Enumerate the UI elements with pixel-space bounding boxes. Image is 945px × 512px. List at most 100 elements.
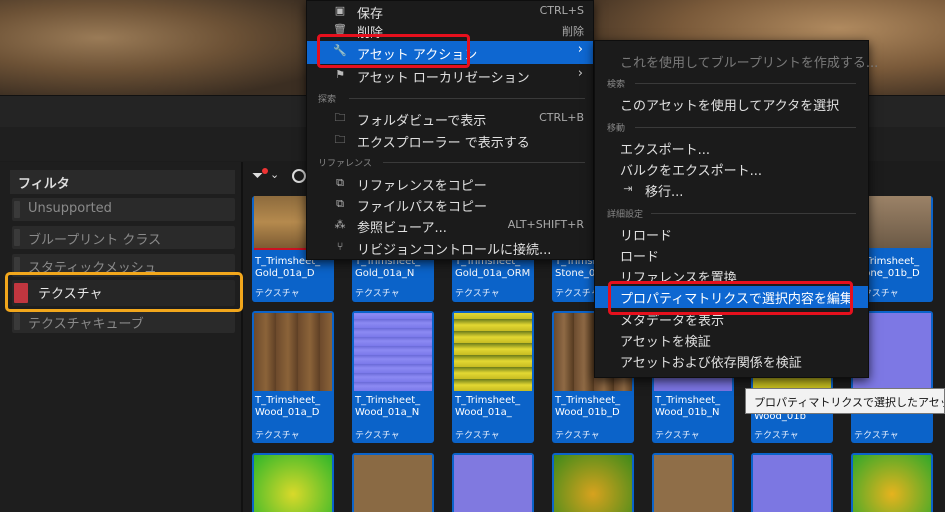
menu-item-show-in-explorer[interactable]: 🗀 エクスプローラー で表示する — [307, 130, 593, 151]
menu-item-create-blueprint[interactable]: これを使用してブループリントを作成する... — [595, 50, 878, 71]
shortcut-label: CTRL+B — [539, 111, 584, 124]
asset-tile[interactable] — [252, 453, 334, 512]
menu-item-export[interactable]: エクスポート... — [595, 137, 868, 158]
shortcut-label: CTRL+S — [539, 4, 584, 17]
menu-item-label: 参照ビューア... — [357, 221, 447, 236]
filter-item-label: テクスチャキューブ — [28, 317, 144, 332]
filter-item-label: Unsupported — [28, 201, 112, 216]
asset-tile[interactable] — [652, 453, 734, 512]
asset-tile[interactable] — [352, 453, 434, 512]
filter-panel-title: フィルタ — [10, 170, 235, 194]
menu-item-label: ファイルパスをコピー — [357, 200, 488, 215]
save-icon: ▣ — [334, 4, 346, 17]
asset-thumbnail — [454, 455, 532, 512]
menu-item-select-actors[interactable]: このアセットを使用してアクタを選択 — [595, 93, 868, 114]
menu-item-connect-revision-control[interactable]: ⑂ リビジョンコントロールに接続... — [307, 237, 593, 258]
tooltip: プロパティマトリクスで選択したアセット — [745, 388, 945, 414]
asset-thumbnail — [254, 313, 332, 391]
asset-tile[interactable] — [851, 453, 933, 512]
asset-thumbnail — [753, 455, 831, 512]
asset-type: テクスチャ — [854, 431, 899, 441]
asset-name: T_Trimsheet_ Wood_01b_N — [655, 395, 721, 418]
asset-thumbnail — [853, 455, 931, 512]
filter-item-label: ブループリント クラス — [28, 233, 162, 248]
asset-name: T_Trimsheet_ Wood_01a_D — [255, 395, 321, 418]
asset-thumbnail — [354, 455, 432, 512]
folder-search-icon: 🗀 — [334, 111, 346, 124]
menu-item-label: アセットおよび依存関係を検証 — [620, 356, 802, 371]
asset-thumbnail — [254, 455, 332, 512]
asset-actions-submenu: これを使用してブループリントを作成する... 検索 このアセットを使用してアクタ… — [594, 40, 878, 378]
section-header-advanced: 詳細設定 — [607, 210, 644, 220]
menu-item-load[interactable]: ロード — [595, 244, 868, 265]
copy-icon: ⧉ — [336, 197, 344, 210]
chevron-right-icon: › — [577, 42, 583, 57]
menu-item-label: これを使用してブループリントを作成する... — [620, 56, 879, 71]
shortcut-label: 削除 — [562, 25, 584, 38]
asset-thumbnail — [354, 313, 432, 391]
asset-type: テクスチャ — [754, 431, 799, 441]
annotation-highlight-texture-filter — [5, 272, 243, 312]
asset-tile[interactable] — [552, 453, 634, 512]
red-dot-icon — [262, 168, 268, 174]
asset-tile[interactable]: T_Trimsheet_ Wood_01a_ テクスチャ — [452, 311, 534, 443]
menu-item-validate-asset-dependencies[interactable]: アセットおよび依存関係を検証 — [595, 350, 868, 371]
menu-item-reference-viewer[interactable]: ⁂ 参照ビューア... ALT+SHIFT+R — [307, 215, 593, 236]
annotation-highlight-property-matrix — [608, 281, 853, 315]
menu-item-label: このアセットを使用してアクタを選択 — [620, 99, 840, 114]
asset-tile[interactable] — [452, 453, 534, 512]
menu-item-save[interactable]: ▣ 保存 CTRL+S — [307, 1, 593, 22]
divider — [635, 83, 856, 84]
asset-type: テクスチャ — [355, 289, 400, 299]
menu-item-reload[interactable]: リロード — [595, 223, 868, 244]
branch-icon: ⑂ — [336, 240, 344, 253]
asset-tile[interactable] — [751, 453, 833, 512]
filter-item-texture-cube[interactable]: テクスチャキューブ — [12, 310, 235, 333]
viewport-scene-left — [0, 0, 330, 95]
asset-type: テクスチャ — [655, 431, 700, 441]
menu-item-label: リビジョンコントロールに接続... — [357, 243, 552, 258]
section-header-move: 移動 — [607, 124, 626, 134]
asset-thumbnail — [454, 313, 532, 391]
chevron-right-icon: › — [577, 66, 583, 81]
migrate-icon: ⇥ — [623, 182, 633, 195]
asset-name: T_Trimsheet_ Wood_01a_ — [455, 395, 521, 418]
menu-item-label: 移行... — [645, 185, 684, 200]
menu-item-show-in-folder-view[interactable]: 🗀 フォルダビューで表示 CTRL+B — [307, 108, 593, 129]
menu-item-copy-reference[interactable]: ⧉ リファレンスをコピー — [307, 173, 593, 194]
menu-item-validate-asset[interactable]: アセットを検証 — [595, 329, 868, 350]
menu-item-label: アセットを検証 — [620, 335, 711, 350]
asset-type: テクスチャ — [455, 289, 500, 299]
asset-type: テクスチャ — [355, 431, 400, 441]
asset-name: T_Trimsheet_ Wood_01a_N — [355, 395, 421, 418]
shortcut-label: ALT+SHIFT+R — [507, 218, 584, 231]
filter-panel: フィルタ Unsupported ブループリント クラス スタティックメッシュ … — [0, 162, 243, 512]
divider — [383, 162, 585, 163]
menu-item-copy-file-path[interactable]: ⧉ ファイルパスをコピー — [307, 194, 593, 215]
menu-item-label: バルクをエクスポート... — [620, 164, 763, 179]
asset-tile[interactable]: T_Trimsheet_ Wood_01a_D テクスチャ — [252, 311, 334, 443]
menu-item-bulk-export[interactable]: バルクをエクスポート... — [595, 158, 868, 179]
filter-color-swatch — [14, 201, 20, 218]
divider — [349, 98, 585, 99]
asset-tile[interactable]: T_Trimsheet_ Wood_01a_N テクスチャ — [352, 311, 434, 443]
filter-color-swatch — [14, 313, 20, 330]
chevron-down-icon[interactable]: ⌄ — [270, 168, 279, 181]
search-icon[interactable] — [292, 169, 306, 183]
menu-item-label: アセット ローカリゼーション — [357, 71, 530, 86]
menu-item-label: エクスプローラー で表示する — [357, 136, 530, 151]
menu-item-asset-localization[interactable]: ⚑ アセット ローカリゼーション › — [307, 65, 593, 86]
filter-item-unsupported[interactable]: Unsupported — [12, 198, 235, 221]
folder-search-icon: 🗀 — [334, 133, 346, 146]
flag-icon: ⚑ — [335, 68, 345, 81]
reference-viewer-icon: ⁂ — [334, 218, 346, 231]
menu-item-label: フォルダビューで表示 — [357, 114, 487, 129]
section-header-search: 探索 — [318, 95, 337, 105]
menu-item-migrate[interactable]: ⇥ 移行... — [595, 179, 868, 200]
filter-item-blueprint-class[interactable]: ブループリント クラス — [12, 226, 235, 249]
asset-thumbnail — [654, 455, 732, 512]
asset-type: テクスチャ — [555, 431, 600, 441]
asset-type: テクスチャ — [555, 289, 600, 299]
menu-item-label: リファレンスをコピー — [357, 179, 487, 194]
asset-name: T_Trimsheet_ Wood_01b_D — [555, 395, 621, 418]
